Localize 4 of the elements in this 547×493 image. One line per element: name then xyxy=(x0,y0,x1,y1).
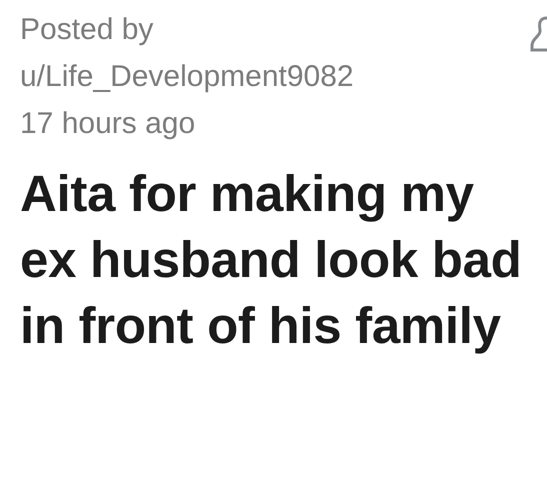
posted-by-label: Posted by xyxy=(20,12,154,48)
post-title: Aita for making my ex husband look bad in front of his family xyxy=(20,164,523,356)
post-time: 17 hours ago xyxy=(20,106,196,142)
author-link[interactable]: u/Life_Development9082 xyxy=(20,53,354,100)
